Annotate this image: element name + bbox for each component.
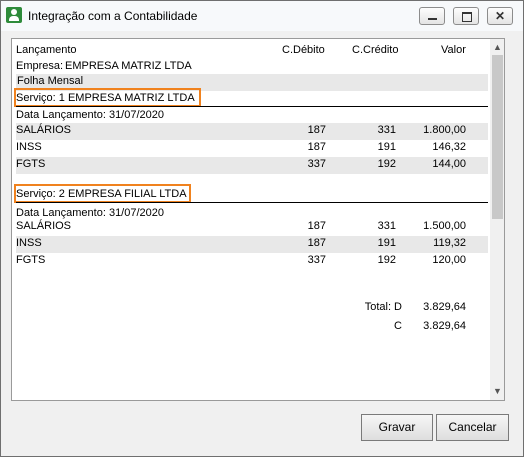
row-name: SALÁRIOS: [16, 124, 72, 136]
total-c-value: 3.829,64: [423, 320, 466, 332]
row-credito: 331: [377, 124, 396, 136]
dialog-window: Integração com a Contabilidade ✕ Lançame…: [0, 0, 524, 457]
row-valor: 1.800,00: [423, 124, 466, 136]
close-icon: ✕: [494, 9, 506, 23]
row-name: INSS: [16, 237, 42, 249]
table-row: FGTS 337 192 144,00: [16, 157, 488, 174]
vertical-scrollbar[interactable]: ▲ ▼: [490, 39, 504, 400]
table-row: INSS 187 191 119,32: [16, 236, 488, 253]
total-c-label: C: [394, 320, 402, 332]
section-title: Folha Mensal: [17, 75, 84, 87]
row-valor: 1.500,00: [423, 220, 466, 232]
table-row: SALÁRIOS 187 331 1.800,00: [16, 123, 488, 140]
row-valor: 144,00: [432, 158, 466, 170]
highlight-box: [14, 88, 201, 107]
row-credito: 191: [377, 237, 396, 249]
row-valor: 119,32: [433, 237, 466, 249]
row-debito: 187: [307, 141, 326, 153]
row-credito: 192: [377, 158, 396, 170]
save-button[interactable]: Gravar: [361, 414, 433, 441]
row-credito: 192: [377, 254, 396, 266]
scroll-up-icon[interactable]: ▲: [490, 40, 504, 55]
header-credito: C.Crédito: [352, 44, 399, 56]
row-valor: 146,32: [432, 141, 466, 153]
minimize-button[interactable]: [419, 7, 445, 25]
highlight-box: [14, 184, 191, 203]
app-person-icon: [6, 7, 22, 23]
close-button[interactable]: ✕: [487, 7, 513, 25]
divider: [16, 202, 488, 203]
scroll-down-icon[interactable]: ▼: [490, 384, 504, 399]
maximize-icon: [462, 12, 472, 22]
divider: [16, 106, 488, 107]
date-text: Data Lançamento: 31/07/2020: [16, 207, 165, 219]
row-name: INSS: [16, 141, 42, 153]
total-credit-row: C 3.829,64: [16, 319, 488, 336]
empresa-label: Empresa:: [16, 60, 64, 72]
row-credito: 331: [377, 220, 396, 232]
total-debit-row: Total: D 3.829,64: [16, 300, 488, 317]
date-text: Data Lançamento: 31/07/2020: [16, 109, 165, 121]
table-row: SALÁRIOS 187 331 1.500,00: [16, 219, 488, 236]
row-valor: 120,00: [432, 254, 466, 266]
row-debito: 337: [307, 254, 326, 266]
row-debito: 337: [307, 158, 326, 170]
total-d-value: 3.829,64: [423, 301, 466, 313]
report-preview[interactable]: Lançamento C.Débito C.Crédito Valor Empr…: [11, 38, 505, 401]
row-name: FGTS: [16, 254, 46, 266]
row-debito: 187: [307, 237, 326, 249]
scroll-thumb[interactable]: [492, 55, 503, 219]
window-title: Integração com a Contabilidade: [28, 9, 198, 23]
table-row: FGTS 337 192 120,00: [16, 253, 488, 270]
report-header-row: Lançamento C.Débito C.Crédito Valor: [16, 43, 488, 60]
header-debito: C.Débito: [282, 44, 325, 56]
minimize-icon: [428, 18, 437, 20]
empresa-value: EMPRESA MATRIZ LTDA: [65, 60, 192, 72]
cancel-button[interactable]: Cancelar: [436, 414, 509, 441]
header-lancamento: Lançamento: [16, 44, 77, 56]
header-valor: Valor: [441, 44, 466, 56]
row-debito: 187: [307, 220, 326, 232]
row-name: FGTS: [16, 158, 46, 170]
row-name: SALÁRIOS: [16, 220, 72, 232]
table-row: INSS 187 191 146,32: [16, 140, 488, 157]
title-bar: Integração com a Contabilidade ✕: [1, 1, 523, 31]
row-debito: 187: [307, 124, 326, 136]
total-d-label: Total: D: [364, 301, 402, 313]
maximize-button[interactable]: [453, 7, 479, 25]
row-credito: 191: [377, 141, 396, 153]
